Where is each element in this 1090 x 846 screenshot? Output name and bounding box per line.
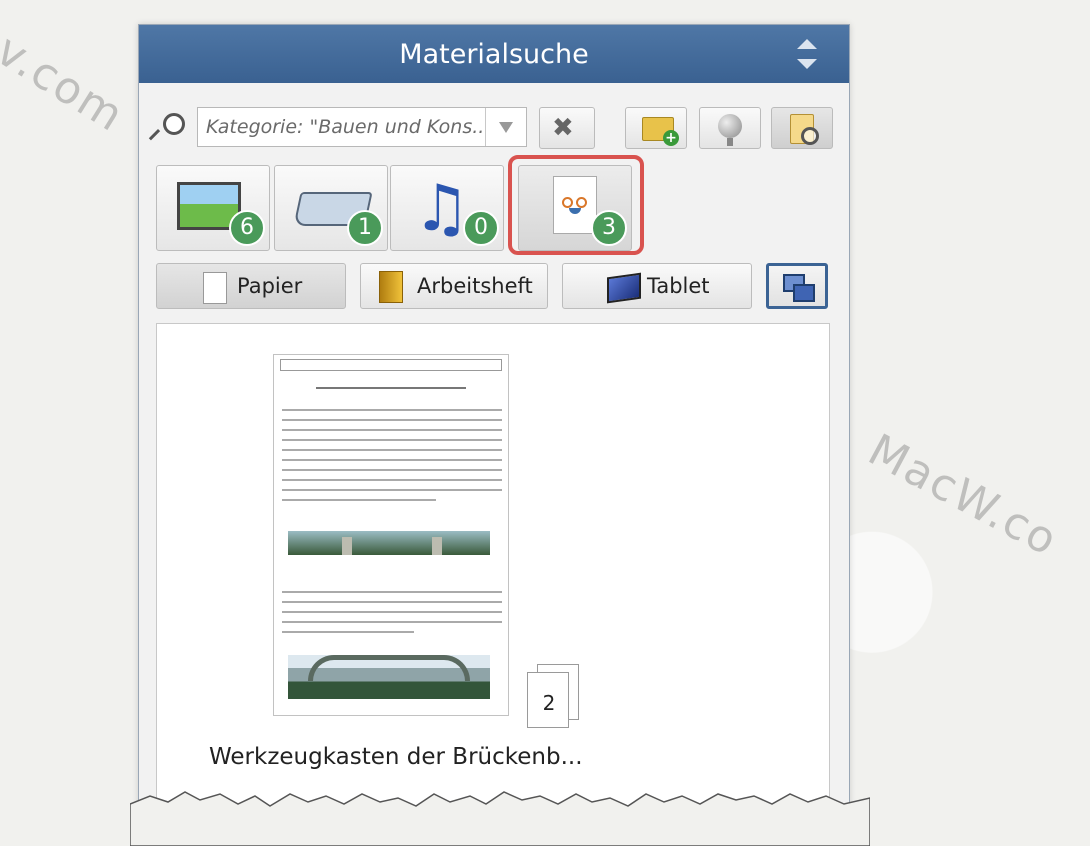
search-toolbar: Kategorie: "Bauen und Kons... ✖ + (148, 103, 843, 149)
tab-images[interactable]: 6 (156, 165, 270, 251)
chevron-down-icon (499, 122, 513, 133)
category-value: Kategorie: "Bauen und Kons... (206, 116, 486, 138)
search-icon (148, 113, 185, 143)
online-search-button[interactable] (699, 107, 761, 149)
add-folder-button[interactable]: + (625, 107, 687, 149)
folder-add-icon: + (642, 117, 679, 146)
tablet-label: Tablet (647, 274, 710, 298)
torn-edge (130, 791, 870, 846)
dropdown-button[interactable] (485, 108, 526, 146)
tablet-button[interactable]: Tablet (562, 263, 752, 309)
page-icon (203, 272, 227, 304)
paper-label: Papier (237, 274, 303, 298)
category-combobox[interactable]: Kategorie: "Bauen und Kons... (197, 107, 527, 147)
tab-books[interactable]: 1 (274, 165, 388, 251)
count-badge: 6 (229, 210, 265, 246)
results-area[interactable]: 2 Werkzeugkasten der Brückenb... (156, 323, 830, 825)
tablet-icon (607, 272, 641, 304)
watermark-right: MacW.co (860, 424, 1067, 567)
active-tab-highlight (508, 155, 644, 255)
clear-search-button[interactable]: ✖ (539, 107, 595, 149)
material-type-tabs: 6 1 ♫ 0 3 (156, 155, 836, 255)
count-badge: 0 (463, 210, 499, 246)
page-count-badge: 2 (527, 664, 579, 728)
globe-icon (718, 114, 742, 146)
paper-button[interactable]: Papier (156, 263, 346, 309)
workbook-label: Arbeitsheft (417, 274, 533, 298)
watermark-left: v.com (0, 24, 134, 143)
workbook-icon (379, 271, 403, 303)
close-icon: ✖ (552, 113, 574, 143)
result-title[interactable]: Werkzeugkasten der Brückenb... (209, 744, 583, 770)
sort-arrows-icon[interactable] (797, 39, 817, 69)
panel-header: Materialsuche (139, 25, 849, 83)
workbook-button[interactable]: Arbeitsheft (360, 263, 548, 309)
page-count: 2 (542, 691, 556, 715)
count-badge: 1 (347, 210, 383, 246)
material-search-panel: Materialsuche Kategorie: "Bauen und Kons… (138, 24, 850, 826)
panel-title: Materialsuche (399, 38, 589, 70)
format-filter-row: Papier Arbeitsheft Tablet (156, 263, 836, 311)
worksheet-thumbnail[interactable] (273, 354, 509, 716)
document-search-icon (790, 114, 819, 145)
tab-audio[interactable]: ♫ 0 (390, 165, 504, 251)
view-mode-toggle[interactable] (766, 263, 828, 309)
document-search-button[interactable] (771, 107, 833, 149)
